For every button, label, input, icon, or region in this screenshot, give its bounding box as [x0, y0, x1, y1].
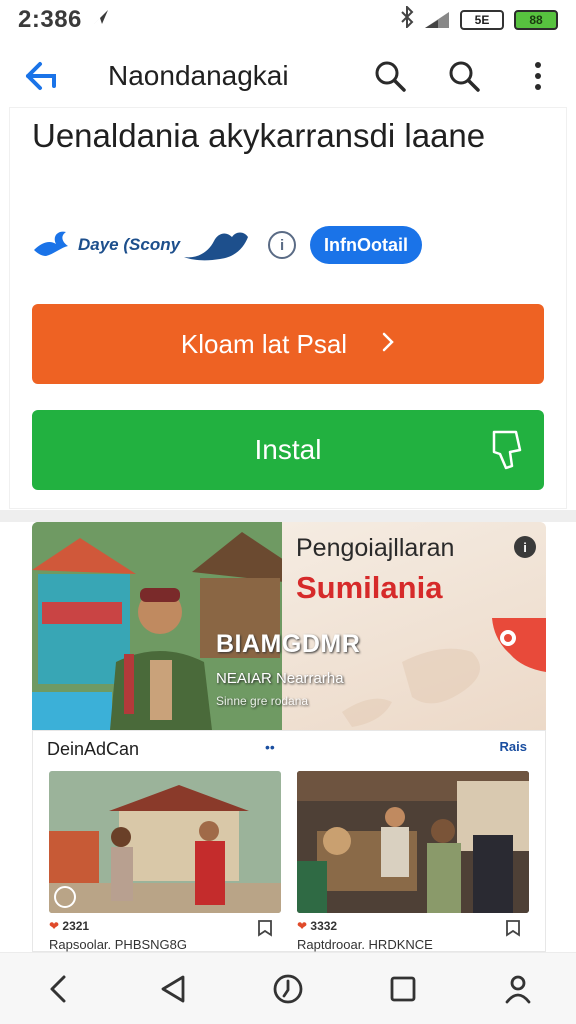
bird-logo-icon	[34, 231, 68, 256]
card-meta: ❤ 2321	[49, 919, 90, 933]
install-button[interactable]: Instal	[32, 410, 544, 490]
square-recents-icon[interactable]	[379, 965, 427, 1013]
wave-logo-icon	[184, 232, 249, 261]
install-label: Instal	[254, 434, 322, 465]
flame-icon: ❤	[297, 919, 311, 933]
developer-name: Daye (Scony	[78, 235, 181, 254]
app-listing-card: Uenaldania akykarransdi laane Daye (Scon…	[10, 108, 566, 508]
primary-action-button[interactable]: Kloam lat Psal	[32, 304, 544, 384]
banner-caption: NEAIAR Nearrarha	[216, 670, 344, 687]
banner-title: Pengoiajllaran	[296, 534, 455, 562]
card-meta: ❤ 3332	[297, 919, 338, 933]
person-icon[interactable]	[494, 965, 542, 1013]
status-bar: 2:386 5E 88	[0, 0, 576, 40]
banner-caption-secondary: Sinne gre rodana	[216, 694, 309, 708]
compass-icon[interactable]	[264, 965, 312, 1013]
system-nav-bar	[0, 952, 576, 1024]
info-detail-button[interactable]: InfnOotail	[310, 226, 423, 264]
feature-banner[interactable]: Pengoiajllaran Sumilania BIAMGDMR NEAIAR…	[32, 522, 546, 730]
card-thumbnail[interactable]	[49, 771, 281, 913]
content-section: DeinAdCan •• Rais ❤ 2321 Rapsoolar. PHBS…	[32, 730, 546, 952]
search-icon[interactable]	[444, 56, 484, 96]
signal-icon	[424, 11, 450, 29]
bookmark-icon[interactable]	[257, 919, 273, 937]
developer-row: Daye (Scony i InfnOotail	[32, 226, 423, 264]
banner-watermark: BIAMGDMR	[216, 630, 361, 658]
page-title: Uenaldania akykarransdi laane	[32, 117, 486, 154]
primary-action-label: Kloam lat Psal	[180, 328, 348, 359]
info-icon[interactable]: i	[268, 231, 297, 259]
battery-indicator-left: 5E	[460, 10, 504, 30]
developer-logo[interactable]: Daye (Scony	[32, 227, 250, 263]
battery-indicator: 88	[514, 10, 558, 30]
info-icon[interactable]: i	[514, 536, 536, 558]
location-arrow-icon	[92, 8, 110, 32]
card-subtitle: Raptdrooar. HRDKNCE	[297, 937, 433, 952]
banner-subtitle: Sumilania	[296, 570, 443, 605]
search-icon[interactable]	[370, 56, 410, 96]
more-vert-icon[interactable]	[518, 56, 558, 96]
flame-icon: ❤	[49, 919, 63, 933]
thumbs-down-icon	[490, 428, 524, 479]
card-subtitle: Rapsoolar. PHBSNG8G	[49, 937, 188, 952]
app-bar-title: Naondanagkai	[108, 60, 289, 91]
section-more-link[interactable]: Rais	[500, 739, 527, 754]
section-divider	[0, 510, 576, 522]
back-arrow-icon[interactable]	[18, 52, 66, 100]
triangle-back-icon[interactable]	[149, 965, 197, 1013]
chevron-left-icon[interactable]	[34, 965, 82, 1013]
section-title: DeinAdCan	[47, 739, 140, 759]
section-dots: ••	[265, 739, 275, 755]
chevron-right-icon	[381, 329, 395, 360]
status-time: 2:386	[18, 6, 82, 33]
app-bar: Naondanagkai	[0, 44, 576, 108]
bookmark-icon[interactable]	[505, 919, 521, 937]
card-thumbnail[interactable]	[297, 771, 529, 913]
bluetooth-icon	[400, 4, 414, 34]
